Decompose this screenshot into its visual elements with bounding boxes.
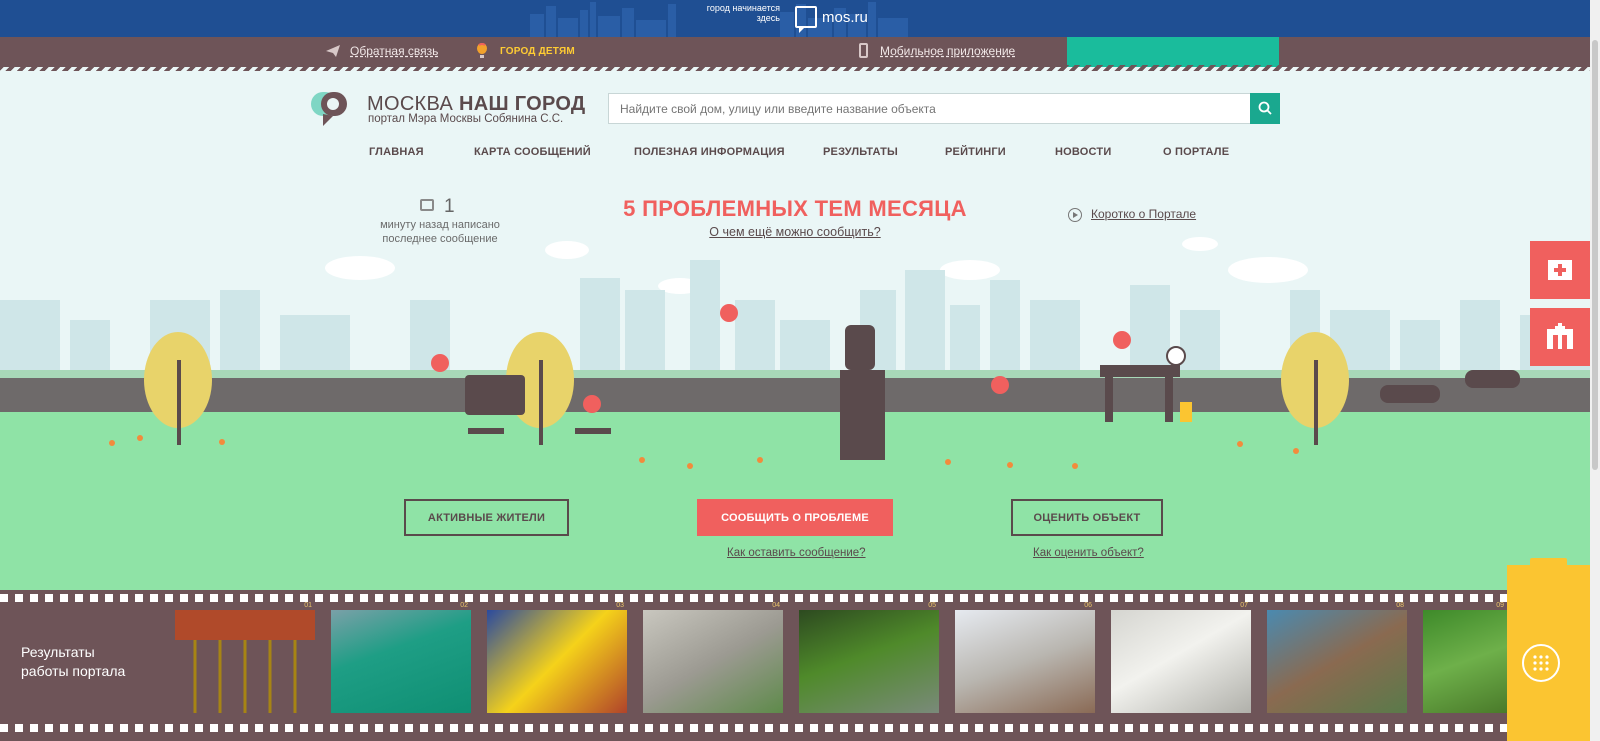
active-residents-button[interactable]: АКТИВНЫЕ ЖИТЕЛИ bbox=[404, 499, 569, 536]
result-photo[interactable]: 06 bbox=[955, 602, 1095, 713]
city-illustration bbox=[0, 237, 1590, 590]
report-problem-button[interactable]: СООБЩИТЬ О ПРОБЛЕМЕ bbox=[697, 499, 893, 536]
nav-info[interactable]: ПОЛЕЗНАЯ ИНФОРМАЦИЯ bbox=[634, 146, 785, 158]
message-counter: 1 bbox=[444, 196, 455, 217]
paper-plane-icon bbox=[326, 45, 340, 57]
search-button[interactable] bbox=[1250, 93, 1280, 124]
phone-icon bbox=[859, 43, 868, 58]
photo-number: 05 bbox=[928, 602, 936, 609]
nav-home[interactable]: ГЛАВНАЯ bbox=[369, 146, 424, 158]
result-photo[interactable]: 09 bbox=[1423, 602, 1507, 713]
photo-number: 08 bbox=[1396, 602, 1404, 609]
brand-bold: НАШ ГОРОД bbox=[458, 93, 586, 115]
grid-icon bbox=[1533, 655, 1549, 671]
result-photo[interactable]: 01 bbox=[175, 602, 315, 713]
result-photo[interactable]: 03 bbox=[487, 602, 627, 713]
side-widget-hospital[interactable] bbox=[1530, 308, 1590, 366]
how-rate-link[interactable]: Как оценить объект? bbox=[1033, 547, 1144, 559]
mobile-app-link[interactable]: Мобильное приложение bbox=[880, 44, 1015, 58]
play-icon[interactable] bbox=[1068, 208, 1082, 222]
results-label: Результаты работы портала bbox=[21, 643, 131, 681]
photo-number: 07 bbox=[1240, 602, 1248, 609]
nav-ratings[interactable]: РЕЙТИНГИ bbox=[945, 146, 1006, 158]
hospital-icon bbox=[1547, 323, 1573, 349]
film-perforation bbox=[0, 724, 1590, 732]
comment-icon bbox=[420, 199, 434, 211]
brand-subtitle: портал Мэра Москвы Собянина С.С. bbox=[368, 113, 564, 125]
yellow-widget-cap bbox=[1530, 558, 1567, 567]
rate-object-button[interactable]: ОЦЕНИТЬ ОБЪЕКТ bbox=[1011, 499, 1163, 536]
mos-bar: город начинается здесь mos.ru bbox=[0, 0, 1600, 37]
feedback-link[interactable]: Обратная связь bbox=[350, 44, 438, 58]
balloon-icon bbox=[477, 43, 487, 58]
search-input[interactable] bbox=[608, 93, 1251, 124]
zigzag-border bbox=[0, 65, 1590, 71]
result-photo[interactable]: 02 bbox=[331, 602, 471, 713]
results-filmstrip: Результаты работы портала 01 02 03 04 05… bbox=[0, 590, 1590, 741]
result-photo[interactable]: 08 bbox=[1267, 602, 1407, 713]
logo-icon[interactable] bbox=[311, 90, 351, 128]
photo-number: 01 bbox=[304, 602, 312, 609]
photo-number: 06 bbox=[1084, 602, 1092, 609]
counter-caption: минуту назад написано последнее сообщени… bbox=[380, 219, 500, 245]
top-bar: Обратная связь ГОРОД ДЕТЯМ Мобильное при… bbox=[0, 37, 1590, 71]
results-label-text: Результаты работы портала bbox=[21, 644, 126, 679]
nav-map[interactable]: КАРТА СООБЩЕНИЙ bbox=[474, 146, 591, 158]
photo-number: 02 bbox=[460, 602, 468, 609]
about-portal-link[interactable]: Коротко о Портале bbox=[1091, 207, 1196, 221]
hero-title: 5 ПРОБЛЕМНЫХ ТЕМ МЕСЯЦА bbox=[623, 196, 967, 221]
photo-number: 09 bbox=[1496, 602, 1504, 609]
how-report-link[interactable]: Как оставить сообщение? bbox=[727, 547, 866, 559]
nav-news[interactable]: НОВОСТИ bbox=[1055, 146, 1111, 158]
clinic-icon bbox=[1548, 260, 1572, 280]
teal-banner[interactable] bbox=[1067, 37, 1279, 67]
more-topics-link[interactable]: О чем ещё можно сообщить? bbox=[690, 225, 900, 239]
result-photo[interactable]: 07 bbox=[1111, 602, 1251, 713]
scrollbar[interactable] bbox=[1590, 0, 1600, 741]
result-photo[interactable]: 04 bbox=[643, 602, 783, 713]
apps-button[interactable] bbox=[1522, 644, 1560, 682]
nav-about[interactable]: О ПОРТАЛЕ bbox=[1163, 146, 1229, 158]
side-widget-clinic[interactable] bbox=[1530, 241, 1590, 299]
scrollbar-thumb[interactable] bbox=[1592, 40, 1598, 470]
search-icon bbox=[1258, 101, 1272, 115]
mos-logo-icon[interactable] bbox=[795, 6, 817, 33]
yellow-widget bbox=[1507, 558, 1590, 741]
photo-number: 04 bbox=[772, 602, 780, 609]
brand-light: МОСКВА bbox=[367, 93, 459, 115]
photo-number: 03 bbox=[616, 602, 624, 609]
film-perforation bbox=[0, 594, 1590, 602]
mos-slogan: город начинается здесь bbox=[706, 3, 780, 23]
mos-link[interactable]: mos.ru bbox=[822, 9, 868, 26]
nav-results[interactable]: РЕЗУЛЬТАТЫ bbox=[823, 146, 898, 158]
result-photo[interactable]: 05 bbox=[799, 602, 939, 713]
kids-city-link[interactable]: ГОРОД ДЕТЯМ bbox=[500, 46, 575, 57]
